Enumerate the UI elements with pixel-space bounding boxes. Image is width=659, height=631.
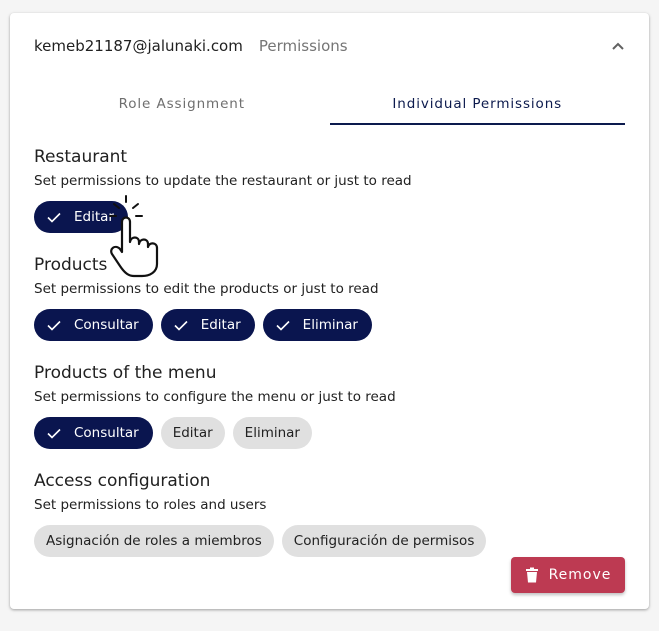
trash-icon xyxy=(525,567,538,583)
section-title: Products xyxy=(34,255,108,275)
chip-restaurant-editar[interactable]: Editar xyxy=(34,201,128,233)
chip-access-permission-config[interactable]: Configuración de permisos xyxy=(281,525,487,557)
chip-label: Eliminar xyxy=(244,425,300,441)
check-icon xyxy=(47,320,61,331)
chip-menu-editar[interactable]: Editar xyxy=(160,417,225,449)
chip-menu-eliminar[interactable]: Eliminar xyxy=(232,417,312,449)
chip-products-eliminar[interactable]: Eliminar xyxy=(262,309,372,341)
chevron-up-icon[interactable] xyxy=(607,35,629,57)
chip-label: Eliminar xyxy=(302,317,358,333)
permissions-card: kemeb21187@jalunaki.com Permissions Role… xyxy=(10,13,649,609)
chip-group: Consultar Editar Eliminar xyxy=(34,417,396,449)
chip-products-consultar[interactable]: Consultar xyxy=(34,309,153,341)
check-icon xyxy=(47,212,61,223)
chip-label: Consultar xyxy=(74,425,139,441)
section-description: Set permissions to roles and users xyxy=(34,497,267,513)
remove-label: Remove xyxy=(548,567,612,583)
section-title: Access configuration xyxy=(34,471,211,491)
section-access: Access configuration Set permissions to … xyxy=(34,471,487,557)
check-icon xyxy=(276,320,290,331)
section-title: Products of the menu xyxy=(34,363,217,383)
chip-label: Editar xyxy=(200,317,241,333)
section-description: Set permissions to configure the menu or… xyxy=(34,389,396,405)
check-icon xyxy=(47,428,61,439)
section-title: Restaurant xyxy=(34,147,128,167)
chip-label: Configuración de permisos xyxy=(293,533,475,549)
user-email: kemeb21187@jalunaki.com xyxy=(34,37,243,55)
chip-label: Editar xyxy=(172,425,213,441)
tab-role-assignment[interactable]: Role Assignment xyxy=(34,83,330,125)
tab-individual-permissions[interactable]: Individual Permissions xyxy=(329,83,626,125)
chip-group: Asignación de roles a miembros Configura… xyxy=(34,525,487,557)
section-description: Set permissions to update the restaurant… xyxy=(34,173,412,189)
chip-label: Consultar xyxy=(74,317,139,333)
section-menu: Products of the menu Set permissions to … xyxy=(34,363,396,449)
chip-access-role-assignment[interactable]: Asignación de roles a miembros xyxy=(34,525,274,557)
tab-bar: Role Assignment Individual Permissions xyxy=(34,83,625,125)
chip-label: Editar xyxy=(74,209,114,225)
card-header: kemeb21187@jalunaki.com Permissions xyxy=(34,35,629,57)
chip-products-editar[interactable]: Editar xyxy=(160,309,255,341)
chip-menu-consultar[interactable]: Consultar xyxy=(34,417,153,449)
check-icon xyxy=(174,320,188,331)
section-restaurant: Restaurant Set permissions to update the… xyxy=(34,147,412,233)
chip-group: Editar xyxy=(34,201,412,233)
chip-group: Consultar Editar Eliminar xyxy=(34,309,379,341)
section-products: Products Set permissions to edit the pro… xyxy=(34,255,379,341)
remove-button[interactable]: Remove xyxy=(511,557,625,593)
section-description: Set permissions to edit the products or … xyxy=(34,281,379,297)
chip-label: Asignación de roles a miembros xyxy=(46,533,262,549)
header-subtitle: Permissions xyxy=(258,37,348,55)
